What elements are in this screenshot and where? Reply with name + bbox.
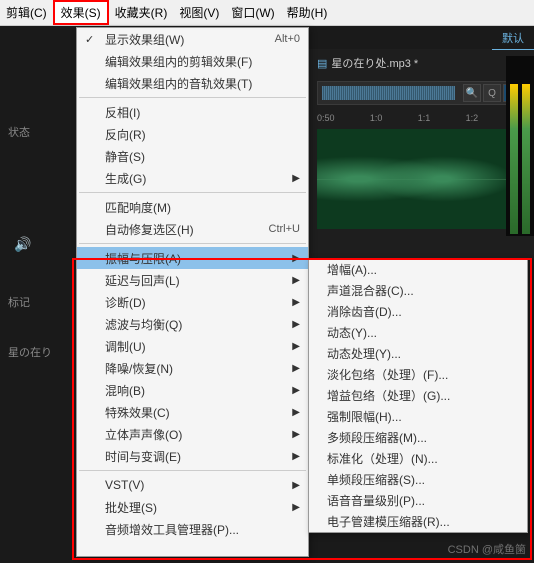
menu-item[interactable]: 编辑效果组内的音轨效果(T) [77, 72, 308, 94]
submenu-item[interactable]: 消除齿音(D)... [309, 301, 527, 322]
label-track: 星の在り [0, 340, 76, 364]
menu-window[interactable]: 窗口(W) [225, 0, 280, 25]
menu-item[interactable]: 匹配响度(M) [77, 196, 308, 218]
chevron-right-icon: ▶ [292, 341, 300, 352]
menu-item[interactable]: VST(V)▶ [77, 474, 308, 496]
chevron-right-icon: ▶ [292, 275, 300, 286]
menu-view[interactable]: 视图(V) [173, 0, 225, 25]
submenu-item[interactable]: 标准化（处理）(N)... [309, 448, 527, 469]
watermark: CSDN @咸鱼箘 [448, 541, 526, 557]
amplitude-submenu: 增幅(A)...声道混合器(C)...消除齿音(D)...动态(Y)...动态处… [308, 258, 528, 533]
chevron-right-icon: ▶ [292, 451, 300, 462]
level-meter [506, 56, 534, 236]
menu-item[interactable]: 显示效果组(W)Alt+0 [77, 28, 308, 50]
menu-item[interactable]: 自动修复选区(H)Ctrl+U [77, 218, 308, 240]
chevron-right-icon: ▶ [292, 502, 300, 513]
submenu-item[interactable]: 增益包络（处理）(G)... [309, 385, 527, 406]
menu-favorites[interactable]: 收藏夹(R) [109, 0, 174, 25]
menu-item[interactable]: 降噪/恢复(N)▶ [77, 357, 308, 379]
waveform-icon: ▤ [317, 57, 327, 70]
zoom-out-icon[interactable]: Q [483, 84, 501, 102]
submenu-item[interactable]: 声道混合器(C)... [309, 280, 527, 301]
submenu-item[interactable]: 强制限幅(H)... [309, 406, 527, 427]
overview-waveform[interactable]: 🔍 Q 🎧 [317, 81, 526, 105]
menu-item[interactable]: 振幅与压限(A)▶ [77, 247, 308, 269]
chevron-right-icon: ▶ [292, 173, 300, 184]
menu-item[interactable]: 时间与变调(E)▶ [77, 445, 308, 467]
chevron-right-icon: ▶ [292, 319, 300, 330]
file-name: 星の在り处.mp3 * [331, 55, 418, 71]
menu-item[interactable]: 特殊效果(C)▶ [77, 401, 308, 423]
chevron-right-icon: ▶ [292, 253, 300, 264]
menu-item[interactable]: 静音(S) [77, 145, 308, 167]
menu-help[interactable]: 帮助(H) [281, 0, 334, 25]
submenu-item[interactable]: 多频段压缩器(M)... [309, 427, 527, 448]
menu-item[interactable]: 批处理(S)▶ [77, 496, 308, 518]
chevron-right-icon: ▶ [292, 480, 300, 491]
submenu-item[interactable]: 动态(Y)... [309, 322, 527, 343]
volume-icon: 🔊 [14, 236, 31, 253]
chevron-right-icon: ▶ [292, 407, 300, 418]
effects-menu-dropdown: 显示效果组(W)Alt+0编辑效果组内的剪辑效果(F)编辑效果组内的音轨效果(T… [76, 27, 309, 557]
label-status: 状态 [0, 120, 76, 144]
submenu-item[interactable]: 淡化包络（处理）(F)... [309, 364, 527, 385]
chevron-right-icon: ▶ [292, 429, 300, 440]
menu-effects[interactable]: 效果(S) [53, 0, 109, 25]
timeline-ruler[interactable]: 0:501:01:11:21:3 [317, 113, 526, 127]
chevron-right-icon: ▶ [292, 297, 300, 308]
menubar: 剪辑(C) 效果(S) 收藏夹(R) 视图(V) 窗口(W) 帮助(H) [0, 0, 534, 26]
submenu-item[interactable]: 语音音量级别(P)... [309, 490, 527, 511]
menu-item[interactable]: 延迟与回声(L)▶ [77, 269, 308, 291]
menu-item[interactable]: 音频增效工具管理器(P)... [77, 518, 308, 540]
submenu-item[interactable]: 动态处理(Y)... [309, 343, 527, 364]
menu-clip[interactable]: 剪辑(C) [0, 0, 53, 25]
submenu-item[interactable]: 单频段压缩器(S)... [309, 469, 527, 490]
label-mark: 标记 [0, 290, 76, 314]
menu-item[interactable]: 生成(G)▶ [77, 167, 308, 189]
menu-item[interactable]: 反向(R) [77, 123, 308, 145]
menu-item[interactable]: 立体声声像(O)▶ [77, 423, 308, 445]
menu-item[interactable]: 混响(B)▶ [77, 379, 308, 401]
zoom-in-icon[interactable]: 🔍 [463, 84, 481, 102]
menu-item[interactable]: 反相(I) [77, 101, 308, 123]
chevron-right-icon: ▶ [292, 363, 300, 374]
tab-default[interactable]: 默认 [492, 27, 534, 50]
submenu-item[interactable]: 电子管建模压缩器(R)... [309, 511, 527, 532]
menu-item[interactable]: 诊断(D)▶ [77, 291, 308, 313]
chevron-right-icon: ▶ [292, 385, 300, 396]
submenu-item[interactable]: 增幅(A)... [309, 259, 527, 280]
menu-item[interactable]: 滤波与均衡(Q)▶ [77, 313, 308, 335]
menu-item[interactable]: 调制(U)▶ [77, 335, 308, 357]
main-waveform[interactable]: dB-5-10-15 [317, 129, 526, 229]
menu-item[interactable]: 编辑效果组内的剪辑效果(F) [77, 50, 308, 72]
editor-panel: 默认 ▤ 星の在り处.mp3 * 频 🔍 Q 🎧 缩 0:501:01:11:2… [309, 27, 534, 259]
